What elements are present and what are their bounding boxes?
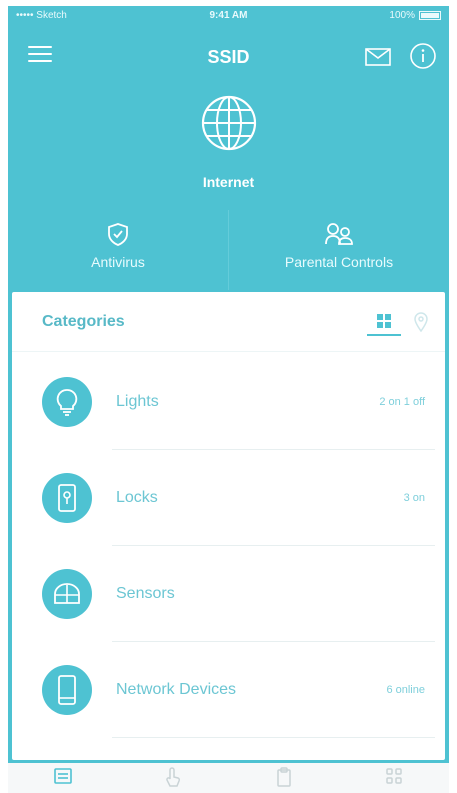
internet-button[interactable] xyxy=(200,94,258,152)
antivirus-label: Antivirus xyxy=(91,254,145,270)
battery-indicator: 100% xyxy=(389,10,441,21)
people-icon xyxy=(325,223,353,245)
more-tab-icon xyxy=(386,768,402,784)
category-name: Network Devices xyxy=(116,681,237,698)
parental-controls-label: Parental Controls xyxy=(284,254,394,270)
lock-icon xyxy=(42,473,92,523)
battery-icon xyxy=(419,11,441,20)
lightbulb-icon xyxy=(42,377,92,427)
info-icon xyxy=(410,43,436,69)
hamburger-icon xyxy=(28,46,52,48)
sensor-icon xyxy=(42,569,92,619)
phone-icon xyxy=(42,665,92,715)
category-name: Sensors xyxy=(116,585,175,602)
category-status: 6 online xyxy=(386,684,425,696)
grid-icon xyxy=(377,313,391,328)
app-screen: ••••• Sketch 9:41 AM 100% SSID Internet … xyxy=(8,6,449,793)
category-item-network-devices[interactable]: Network Devices 6 online xyxy=(12,642,445,738)
antivirus-button[interactable]: Antivirus xyxy=(8,210,228,290)
feature-bar: Antivirus Parental Controls xyxy=(8,210,449,290)
messages-button[interactable] xyxy=(365,48,391,66)
tab-more[interactable] xyxy=(339,763,449,793)
menu-button[interactable] xyxy=(28,46,52,64)
location-view-button[interactable] xyxy=(413,311,429,332)
tab-automation[interactable] xyxy=(118,763,228,793)
tab-reports[interactable] xyxy=(229,763,339,793)
automation-tab-icon xyxy=(166,767,181,787)
category-name: Locks xyxy=(116,489,158,506)
internet-label: Internet xyxy=(202,174,255,190)
clock-label: 9:41 AM xyxy=(209,10,248,21)
status-bar: ••••• Sketch 9:41 AM 100% xyxy=(8,6,449,26)
category-status: 2 on 1 off xyxy=(379,396,425,408)
category-item-sensors[interactable]: Sensors xyxy=(12,546,445,642)
info-button[interactable] xyxy=(409,42,437,70)
tab-devices[interactable] xyxy=(8,763,118,793)
parental-controls-button[interactable]: Parental Controls xyxy=(228,210,449,290)
category-name: Lights xyxy=(116,393,159,410)
battery-percent: 100% xyxy=(389,10,415,21)
category-list: Lights 2 on 1 off Locks 3 on Sensors Net… xyxy=(12,354,445,738)
categories-card: Categories Lights 2 on 1 off Locks 3 on … xyxy=(12,292,445,760)
categories-header: Categories xyxy=(12,292,445,352)
bottom-tab-bar xyxy=(8,763,449,793)
category-item-locks[interactable]: Locks 3 on xyxy=(12,450,445,546)
mail-icon xyxy=(365,48,391,66)
clipboard-tab-icon xyxy=(276,767,291,787)
globe-icon xyxy=(201,95,257,151)
category-item-lights[interactable]: Lights 2 on 1 off xyxy=(12,354,445,450)
view-toggle xyxy=(367,308,429,336)
grid-view-button[interactable] xyxy=(367,308,401,336)
category-status: 3 on xyxy=(403,492,425,504)
location-pin-icon xyxy=(414,311,428,332)
shield-icon xyxy=(108,223,128,246)
devices-tab-icon xyxy=(54,768,72,784)
categories-title: Categories xyxy=(42,312,125,330)
